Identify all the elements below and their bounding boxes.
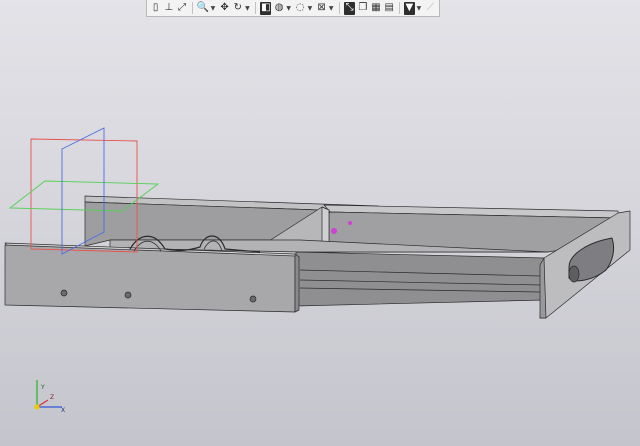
perspective-icon: ⤡ — [345, 2, 354, 13]
zoom-icon: 🔍 — [196, 2, 209, 13]
colors-icon: ▦ — [371, 2, 381, 13]
view-orientation-icon: ◧ — [261, 2, 271, 13]
orientation-icon: ⊥ — [164, 2, 174, 13]
screw-hole — [124, 291, 132, 299]
measure-button: ⟋ — [425, 2, 436, 15]
side-rail — [295, 251, 545, 307]
zoom-button[interactable]: 🔍 — [196, 2, 208, 15]
plane-yz[interactable] — [61, 127, 105, 255]
view-orientation-button[interactable]: ◧ — [260, 1, 272, 15]
dropdown-arrow-icon[interactable]: ▼ — [210, 5, 216, 12]
section-view-icon: ⊠ — [317, 2, 326, 13]
triad-x-label: X — [61, 407, 65, 414]
toolbar-separator — [255, 2, 257, 14]
3d-viewport[interactable]: Y X Z — [0, 17, 640, 446]
perspective-button[interactable]: ⤡ — [344, 1, 356, 15]
hidden-lines-button[interactable]: ◌ — [295, 2, 306, 15]
screw-hole — [249, 295, 257, 303]
pan-button[interactable]: ✥ — [219, 2, 230, 15]
triad-origin — [34, 404, 40, 410]
coordinate-triad: Y X Z — [34, 380, 65, 414]
dropdown-arrow-icon[interactable]: ▼ — [286, 5, 292, 12]
handle-end — [568, 265, 580, 283]
dropdown-arrow-icon[interactable]: ▼ — [244, 5, 250, 12]
point-marker[interactable] — [348, 221, 352, 225]
zoom-all-button[interactable]: ⤢ — [176, 2, 187, 15]
orientation-button[interactable]: ⊥ — [163, 2, 174, 15]
materials-button[interactable]: ▤ — [384, 2, 395, 15]
front-panel-end — [294, 253, 300, 313]
materials-icon: ▤ — [384, 2, 394, 13]
copy-view-icon: ❐ — [358, 2, 368, 13]
rotate-button[interactable]: ↻ — [232, 2, 243, 15]
section-view-button[interactable]: ⊠ — [316, 2, 327, 15]
display-style-icon: ◍ — [274, 2, 284, 13]
triad-z-label: Z — [50, 394, 54, 401]
show-tree-icon: ▯ — [152, 2, 159, 13]
zoom-all-icon: ⤢ — [178, 2, 186, 13]
screw-hole — [60, 289, 68, 297]
display-style-button[interactable]: ◍ — [273, 2, 284, 15]
triad-y-label: Y — [40, 384, 45, 391]
hidden-lines-icon: ◌ — [295, 2, 305, 13]
filter-icon: ▼ — [405, 2, 414, 13]
copy-view-button[interactable]: ❐ — [357, 2, 368, 15]
show-tree-button[interactable]: ▯ — [150, 2, 161, 15]
drawer-model[interactable] — [4, 195, 631, 319]
pan-icon: ✥ — [220, 2, 229, 13]
toolbar-separator — [398, 2, 400, 14]
dropdown-arrow-icon[interactable]: ▼ — [307, 5, 313, 12]
colors-button[interactable]: ▦ — [370, 2, 381, 15]
dropdown-arrow-icon[interactable]: ▼ — [328, 5, 334, 12]
view-toolbar: ▯ ⊥ ⤢ 🔍 ▼ ✥ ↻ ▼ ◧ ◍ ▼ ◌ ▼ ⊠ ▼ ⤡ ❐ ▦ ▤ ▼ ▼ ⟋ — [146, 0, 440, 17]
toolbar-separator — [191, 2, 193, 14]
dropdown-arrow-icon[interactable]: ▼ — [416, 5, 422, 12]
measure-icon: ⟋ — [427, 2, 435, 13]
filter-button[interactable]: ▼ — [403, 1, 415, 15]
rotate-icon: ↻ — [233, 2, 242, 13]
toolbar-separator — [339, 2, 341, 14]
point-marker[interactable] — [331, 228, 337, 234]
